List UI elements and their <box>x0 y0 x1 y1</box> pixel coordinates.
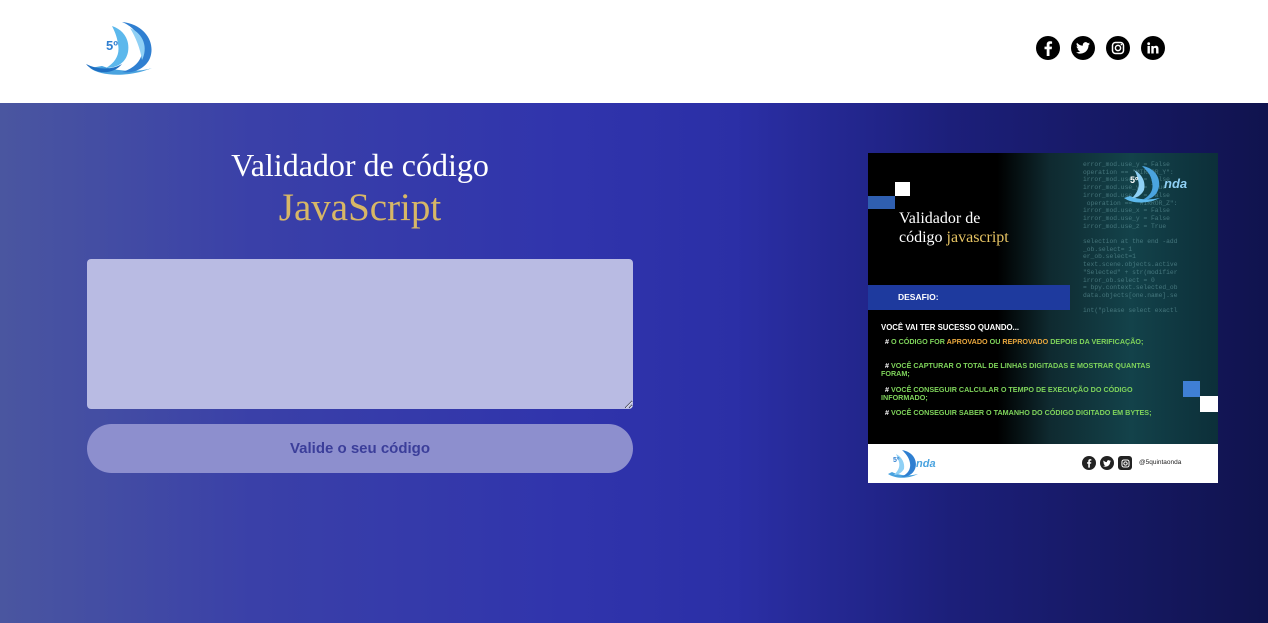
facebook-icon[interactable] <box>1036 36 1060 60</box>
challenge-item: # VOCÊ CAPTURAR O TOTAL DE LINHAS DIGITA… <box>881 361 1151 378</box>
code-input[interactable] <box>87 259 633 409</box>
instagram-icon[interactable] <box>1106 36 1130 60</box>
main-section: Validador de código JavaScript Valide o … <box>0 103 1268 623</box>
wave-logo-icon[interactable]: 5º <box>82 18 158 78</box>
footer-brand-text: nda <box>916 458 936 470</box>
challenge-item: # O CÓDIGO FOR APROVADO OU REPROVADO DEP… <box>885 337 1144 346</box>
page-subtitle: JavaScript <box>278 186 442 229</box>
challenge-banner: error_mod.use_y = False operation == "MI… <box>868 153 1218 483</box>
validate-button[interactable]: Valide o seu código <box>87 424 633 473</box>
banner-title-highlight: javascript <box>946 229 1009 246</box>
footer-brand-number: 5º <box>893 457 900 464</box>
linkedin-icon[interactable] <box>1141 36 1165 60</box>
challenge-item: # VOCÊ CONSEGUIR SABER O TAMANHO DO CÓDI… <box>885 408 1152 417</box>
banner-title-line1: Validador de <box>899 210 981 227</box>
brand-logo-icon: 5º nda <box>1120 162 1200 206</box>
social-handle: @5quintaonda <box>1139 459 1182 466</box>
logo-number: 5º <box>106 38 118 53</box>
success-heading: VOCÊ VAI TER SUCESSO QUANDO... <box>881 323 1020 332</box>
footer-logo-icon: 5º nda <box>886 448 954 480</box>
site-header: 5º <box>0 0 1268 103</box>
twitter-icon[interactable] <box>1071 36 1095 60</box>
brand-number: 5º <box>1130 175 1139 185</box>
social-links <box>1036 36 1165 60</box>
banner-footer: 5º nda @5quintaonda <box>868 444 1218 483</box>
challenge-item: # VOCÊ CONSEGUIR CALCULAR O TEMPO DE EXE… <box>881 385 1133 402</box>
brand-text: nda <box>1164 176 1188 191</box>
page-title: Validador de código <box>231 147 489 183</box>
decor-square <box>1200 396 1218 412</box>
footer-social <box>1082 456 1132 470</box>
desafio-label: DESAFIO: <box>898 292 939 302</box>
instagram-icon <box>1118 456 1132 470</box>
decor-square <box>895 182 910 196</box>
banner-title-line2: código <box>899 229 943 246</box>
facebook-icon <box>1082 456 1096 470</box>
banner-title: Validador de código javascript <box>899 209 1009 247</box>
decor-square <box>868 196 895 209</box>
twitter-icon <box>1100 456 1114 470</box>
decor-square <box>1183 381 1200 397</box>
